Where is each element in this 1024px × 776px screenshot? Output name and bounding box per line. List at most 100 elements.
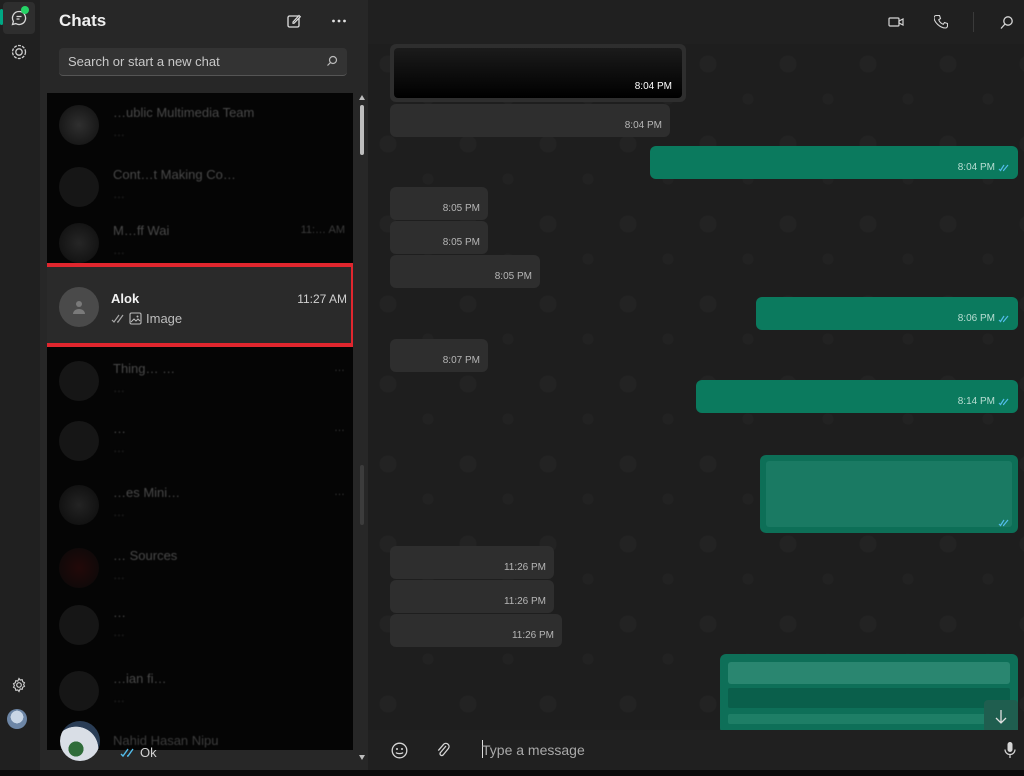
message-time: 8:14 PM — [957, 396, 995, 407]
emoji-icon — [391, 742, 407, 758]
more-icon — [332, 19, 346, 23]
header-divider — [973, 12, 974, 32]
chat-name: …ian fi… — [113, 671, 167, 686]
chat-preview: … — [113, 505, 125, 519]
chat-list-item[interactable]: Thing… … … … — [47, 349, 353, 413]
message-incoming[interactable]: 11:26 PM — [390, 614, 562, 647]
chat-name: … Sources — [113, 548, 178, 563]
message-outgoing-document[interactable] — [720, 654, 1018, 730]
chat-name: …ublic Multimedia Team — [113, 105, 255, 120]
avatar — [60, 721, 100, 761]
search-in-chat-button[interactable] — [992, 8, 1020, 36]
gear-icon — [12, 677, 26, 693]
microphone-icon — [1004, 742, 1016, 758]
chat-list-item[interactable]: …es Mini… … … — [47, 473, 353, 537]
nav-rail — [0, 0, 40, 776]
chat-preview: … — [113, 625, 125, 639]
message-outgoing[interactable]: 8:04 PM — [650, 146, 1018, 179]
avatar — [59, 223, 99, 263]
message-meta: 8:06 PM — [958, 313, 1010, 324]
message-incoming[interactable]: 8:04 PM — [390, 104, 670, 137]
avatar — [59, 167, 99, 207]
double-check-icon — [111, 314, 124, 323]
message-meta: 8:14 PM — [958, 396, 1010, 407]
message-outgoing-media[interactable] — [760, 455, 1018, 533]
read-receipt-icon — [998, 519, 1009, 527]
chat-name: … — [113, 605, 126, 620]
message-input[interactable] — [482, 739, 882, 761]
message-incoming[interactable]: 8:05 PM — [390, 255, 540, 288]
avatar — [59, 421, 99, 461]
message-meta — [998, 519, 1010, 527]
avatar — [59, 105, 99, 145]
arrow-down-icon — [995, 710, 1007, 724]
chat-list-item[interactable]: … … — [47, 593, 353, 657]
paperclip-icon — [437, 742, 450, 757]
message-time: 11:26 PM — [503, 562, 546, 573]
chat-list-item[interactable]: …ian fi… … — [47, 659, 353, 723]
chat-list-item[interactable]: … Sources … — [47, 536, 353, 600]
scroll-to-bottom-button[interactable] — [984, 700, 1018, 730]
voice-message-button[interactable] — [996, 736, 1024, 764]
scroll-down-arrow-icon[interactable] — [359, 755, 365, 760]
message-time: 8:06 PM — [957, 313, 995, 324]
chat-list-item-selected[interactable]: Alok Image 11:27 AM — [47, 263, 353, 347]
document-footer — [728, 714, 1010, 724]
video-call-icon — [888, 17, 904, 27]
search-icon — [1000, 15, 1013, 29]
video-call-button[interactable] — [882, 8, 910, 36]
chat-list-item[interactable]: Cont…t Making Co… … — [47, 155, 353, 219]
message-incoming[interactable]: 11:26 PM — [390, 580, 554, 613]
media-preview[interactable] — [766, 461, 1012, 527]
document-title-bar — [728, 662, 1010, 684]
scroll-track-segment — [360, 465, 364, 525]
search-icon — [327, 55, 338, 66]
chat-list-item-partial[interactable]: Ok — [47, 721, 353, 765]
chat-list-item[interactable]: …ublic Multimedia Team … — [47, 93, 353, 157]
unread-badge — [21, 6, 29, 14]
scroll-up-arrow-icon[interactable] — [359, 95, 365, 100]
rail-chats-button[interactable] — [3, 2, 35, 34]
conversation-pane: 8:04 PM 8:04 PM 8:04 PM 8:05 PM 8:05 PM … — [368, 0, 1024, 776]
message-meta: 8:04 PM — [958, 162, 1010, 173]
chat-preview: … — [113, 381, 125, 395]
message-time: 11:26 PM — [503, 596, 546, 607]
sidebar-title: Chats — [59, 11, 107, 30]
attach-button[interactable] — [429, 736, 457, 764]
message-time: 8:05 PM — [494, 271, 532, 282]
chat-name: Thing… … — [113, 361, 176, 376]
rail-settings-button[interactable] — [3, 669, 35, 701]
scroll-thumb[interactable] — [360, 105, 364, 155]
chat-list-scrollbar[interactable] — [358, 93, 366, 763]
chat-name: … — [113, 421, 126, 436]
avatar — [59, 605, 99, 645]
more-options-button[interactable] — [325, 7, 353, 35]
emoji-button[interactable] — [385, 736, 413, 764]
chat-list-item[interactable]: … … … — [47, 409, 353, 473]
chat-time: 11:27 AM — [297, 292, 347, 306]
chat-preview: … — [113, 187, 125, 201]
default-avatar-icon — [73, 301, 85, 314]
voice-call-button[interactable] — [927, 8, 955, 36]
message-outgoing[interactable]: 8:06 PM — [756, 297, 1018, 330]
message-incoming[interactable]: 8:05 PM — [390, 221, 488, 254]
avatar — [59, 548, 99, 588]
rail-status-button[interactable] — [3, 36, 35, 68]
message-incoming[interactable]: 8:07 PM — [390, 339, 488, 372]
avatar — [59, 485, 99, 525]
preview-text: Ok — [140, 745, 157, 760]
profile-avatar[interactable] — [7, 709, 27, 729]
chat-preview: … — [113, 441, 125, 455]
new-chat-button[interactable] — [280, 7, 308, 35]
status-icon — [11, 44, 27, 60]
message-time: 8:04 PM — [624, 120, 662, 131]
message-incoming-image[interactable]: 8:04 PM — [390, 44, 686, 102]
message-incoming[interactable]: 8:05 PM — [390, 187, 488, 220]
chat-name: M…ff Wai — [113, 223, 170, 238]
chat-name: Cont…t Making Co… — [113, 167, 236, 182]
chat-time: … — [334, 422, 345, 434]
chat-preview: … — [113, 125, 125, 139]
search-input[interactable] — [68, 54, 308, 69]
message-incoming[interactable]: 11:26 PM — [390, 546, 554, 579]
message-outgoing[interactable]: 8:14 PM — [696, 380, 1018, 413]
